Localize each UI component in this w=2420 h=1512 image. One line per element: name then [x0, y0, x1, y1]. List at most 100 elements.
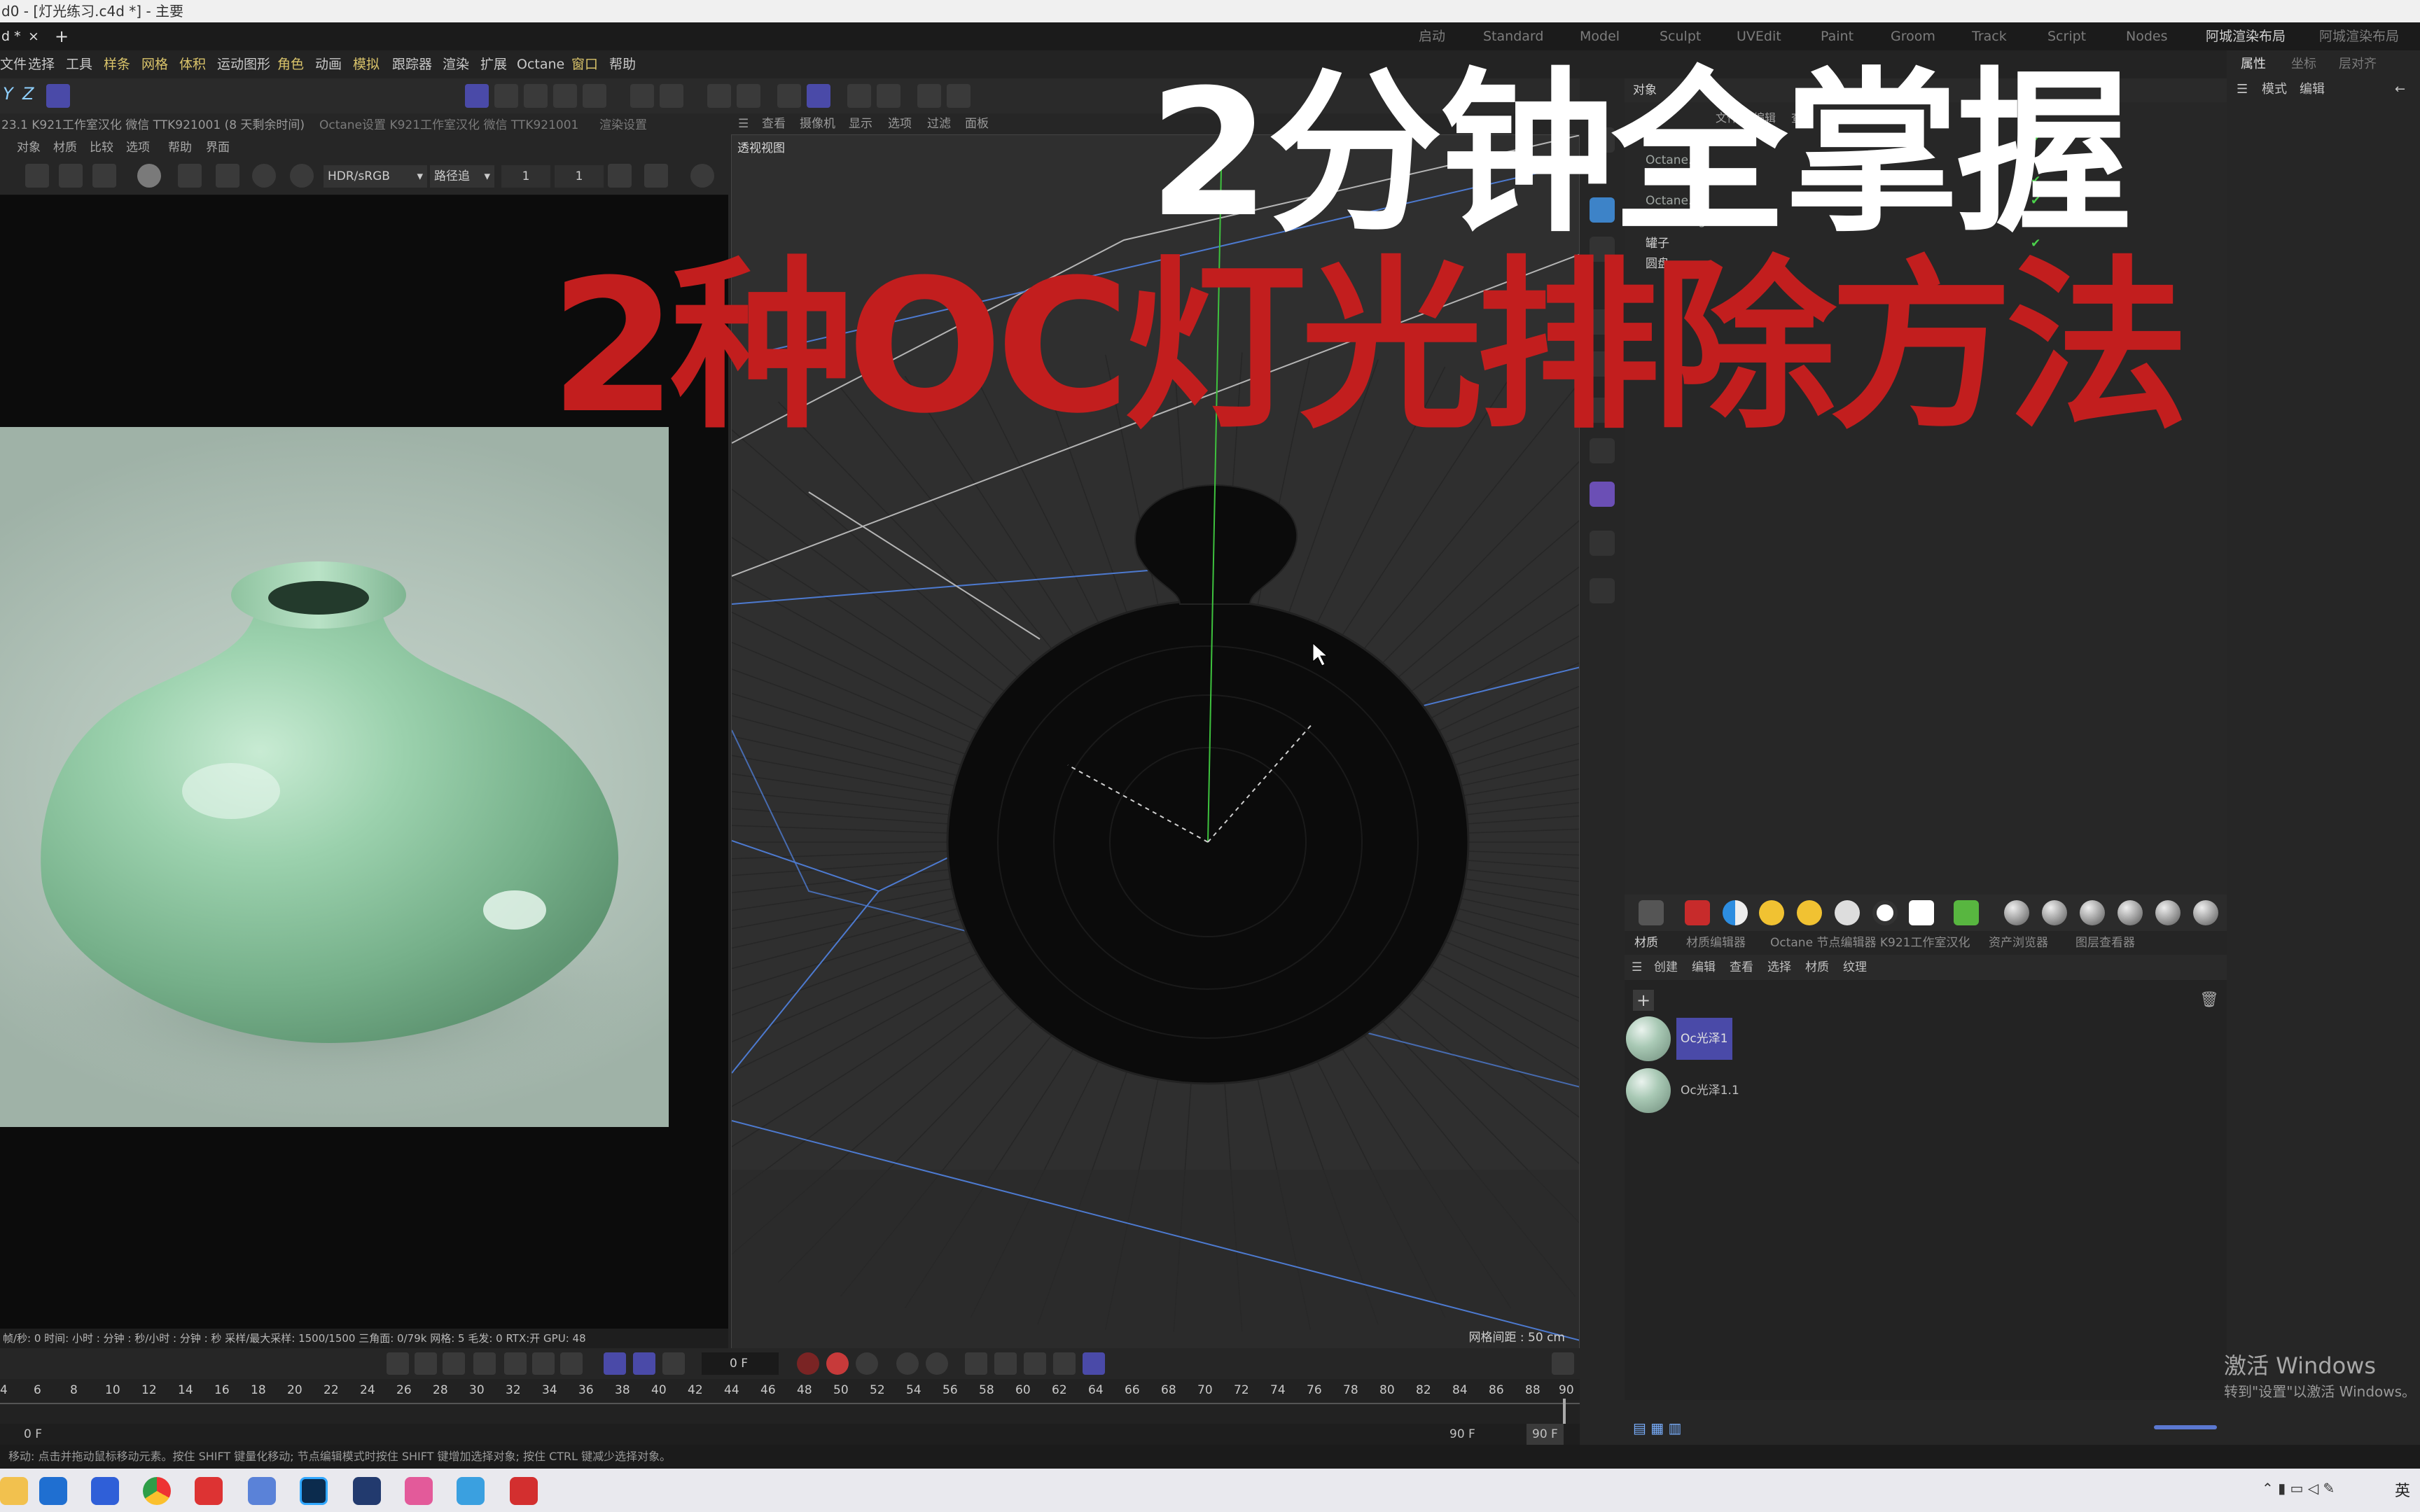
chrome-icon[interactable] — [143, 1477, 171, 1505]
photoshop-icon[interactable] — [300, 1477, 328, 1505]
wps-icon[interactable] — [195, 1477, 223, 1505]
timeline-graph-icon[interactable] — [1552, 1352, 1574, 1375]
grid-snap-icon[interactable] — [777, 84, 801, 108]
material-sphere-icon[interactable] — [2004, 900, 2029, 925]
f-button[interactable] — [252, 164, 276, 188]
lock-icon[interactable] — [92, 164, 116, 188]
mat-menu-texture[interactable]: 纹理 — [1843, 955, 1867, 980]
next-frame-icon[interactable] — [504, 1352, 527, 1375]
menu-spline[interactable]: 样条 — [104, 50, 130, 78]
doc-tab[interactable]: d * — [1, 22, 21, 50]
auto-key-icon[interactable] — [826, 1352, 849, 1375]
layout-tab-custom-active[interactable]: 阿城渲染布局 — [2206, 22, 2286, 52]
end-frame[interactable]: 90 F — [1527, 1424, 1564, 1445]
globe-icon[interactable] — [1590, 531, 1615, 556]
go-to-start-icon[interactable] — [387, 1352, 409, 1375]
fps-icon[interactable] — [633, 1352, 655, 1375]
audio-icon[interactable] — [662, 1352, 685, 1375]
brush-icon[interactable] — [1590, 578, 1615, 603]
play-icon[interactable] — [473, 1352, 496, 1375]
mail-icon[interactable] — [39, 1477, 67, 1505]
render-picture-icon[interactable] — [877, 84, 900, 108]
view-mode-icons[interactable]: ▤ ▦ ▥ — [1633, 1420, 1681, 1436]
mat-menu-edit[interactable]: 编辑 — [1692, 955, 1716, 980]
start-frame[interactable]: 0 F — [24, 1424, 42, 1445]
hex-icon[interactable] — [608, 164, 632, 188]
attr-menu-edit[interactable]: 编辑 — [2300, 76, 2325, 104]
menu-tracker[interactable]: 跟踪器 — [392, 50, 432, 78]
menu-extensions[interactable]: 扩展 — [480, 50, 507, 78]
loop-icon[interactable] — [604, 1352, 626, 1375]
workplane-snap-icon[interactable] — [807, 84, 830, 108]
lv-menu-interface[interactable]: 界面 — [206, 137, 230, 158]
m-button[interactable] — [290, 164, 314, 188]
menu-simulate[interactable]: 模拟 — [353, 50, 380, 78]
menu-file[interactable]: 文件 — [0, 50, 27, 78]
lv-menu-materials[interactable]: 材质 — [53, 137, 77, 158]
mat-menu-create[interactable]: 创建 — [1654, 955, 1678, 980]
cinema4d-icon[interactable] — [353, 1477, 381, 1505]
back-arrow-icon[interactable]: ← — [2395, 76, 2405, 104]
tab-coordinates[interactable]: 坐标 — [2291, 50, 2316, 78]
axis-mode-button[interactable] — [630, 84, 654, 108]
axis-y-toggle[interactable]: Y — [3, 84, 13, 104]
model-mode-button[interactable] — [465, 84, 489, 108]
layout-tab-nodes[interactable]: Nodes — [2126, 22, 2168, 50]
material-sphere-icon[interactable] — [2155, 900, 2181, 925]
octane-spot-icon[interactable] — [1835, 900, 1860, 925]
material-item[interactable]: Oc光泽1.1 — [1626, 1067, 1850, 1114]
octane-scatter-icon[interactable] — [1954, 900, 1979, 925]
preview-end-frame[interactable]: 90 F — [1449, 1424, 1475, 1445]
key-pla-icon[interactable] — [1053, 1352, 1076, 1375]
value-field-1[interactable]: 1 — [501, 165, 550, 188]
vp-menu-filter[interactable]: 过滤 — [927, 113, 951, 134]
color-space-dropdown[interactable]: HDR/sRGB ▾ — [324, 165, 427, 188]
doc-tab-close-icon[interactable]: × — [28, 22, 39, 50]
layout-tab-paint[interactable]: Paint — [1821, 22, 1854, 50]
material-sphere-icon[interactable] — [2042, 900, 2067, 925]
magnet-icon[interactable] — [707, 84, 731, 108]
key-position-icon[interactable] — [896, 1352, 919, 1375]
layout-tab-uvedit[interactable]: UVEdit — [1737, 22, 1781, 50]
key-move-icon[interactable] — [965, 1352, 987, 1375]
material-sphere-icon[interactable] — [2080, 900, 2105, 925]
trash-icon[interactable]: 🗑 — [2199, 990, 2220, 1011]
timeline-end-marker[interactable] — [1563, 1399, 1566, 1424]
layout-tab-groom[interactable]: Groom — [1891, 22, 1935, 50]
octane-settings-tab[interactable]: Octane设置 K921工作室汉化 微信 TTK921001 — [319, 113, 578, 137]
app-icon[interactable] — [248, 1477, 276, 1505]
render-view-icon[interactable] — [847, 84, 871, 108]
octane-target-icon[interactable] — [1872, 900, 1898, 925]
material-item[interactable]: Oc光泽1 — [1626, 1015, 1850, 1063]
menu-mesh[interactable]: 网格 — [141, 50, 168, 78]
menu-window[interactable]: 窗口 — [571, 50, 598, 78]
key-all-icon[interactable] — [1083, 1352, 1105, 1375]
layout-tab-standard[interactable]: Standard — [1483, 22, 1543, 50]
key-rotation-icon[interactable] — [926, 1352, 948, 1375]
layout-tab-sculpt[interactable]: Sculpt — [1660, 22, 1701, 50]
coordinate-system-button[interactable] — [46, 84, 70, 108]
hamburger-menu-icon[interactable]: ☰ — [1632, 955, 1642, 980]
mat-menu-select[interactable]: 选择 — [1767, 955, 1791, 980]
key-scale-icon[interactable] — [994, 1352, 1017, 1375]
new-doc-icon[interactable]: + — [55, 22, 69, 50]
tab-attributes[interactable]: 属性 — [2241, 50, 2266, 78]
material-sphere-icon[interactable] — [2118, 900, 2143, 925]
recorder-icon[interactable] — [510, 1477, 538, 1505]
screenshot-icon[interactable] — [457, 1477, 485, 1505]
uv-mode-button[interactable] — [583, 84, 606, 108]
material-sphere-icon[interactable] — [2193, 900, 2218, 925]
spline-pen-icon[interactable] — [1590, 482, 1615, 507]
vp-menu-options[interactable]: 选项 — [888, 113, 912, 134]
octane-camera-icon[interactable] — [1685, 900, 1710, 925]
menu-volume[interactable]: 体积 — [179, 50, 206, 78]
bilibili-icon[interactable] — [405, 1477, 433, 1505]
vp-menu-display[interactable]: 显示 — [849, 113, 872, 134]
edges-mode-button[interactable] — [524, 84, 548, 108]
lv-menu-compare[interactable]: 比较 — [90, 137, 113, 158]
kernel-dropdown[interactable]: 路径追 ▾ — [430, 165, 494, 188]
auto-keyframe-icon[interactable] — [947, 84, 971, 108]
octane-sun-icon[interactable] — [1759, 900, 1784, 925]
menu-character[interactable]: 角色 — [277, 50, 304, 78]
menu-tools[interactable]: 工具 — [66, 50, 92, 78]
